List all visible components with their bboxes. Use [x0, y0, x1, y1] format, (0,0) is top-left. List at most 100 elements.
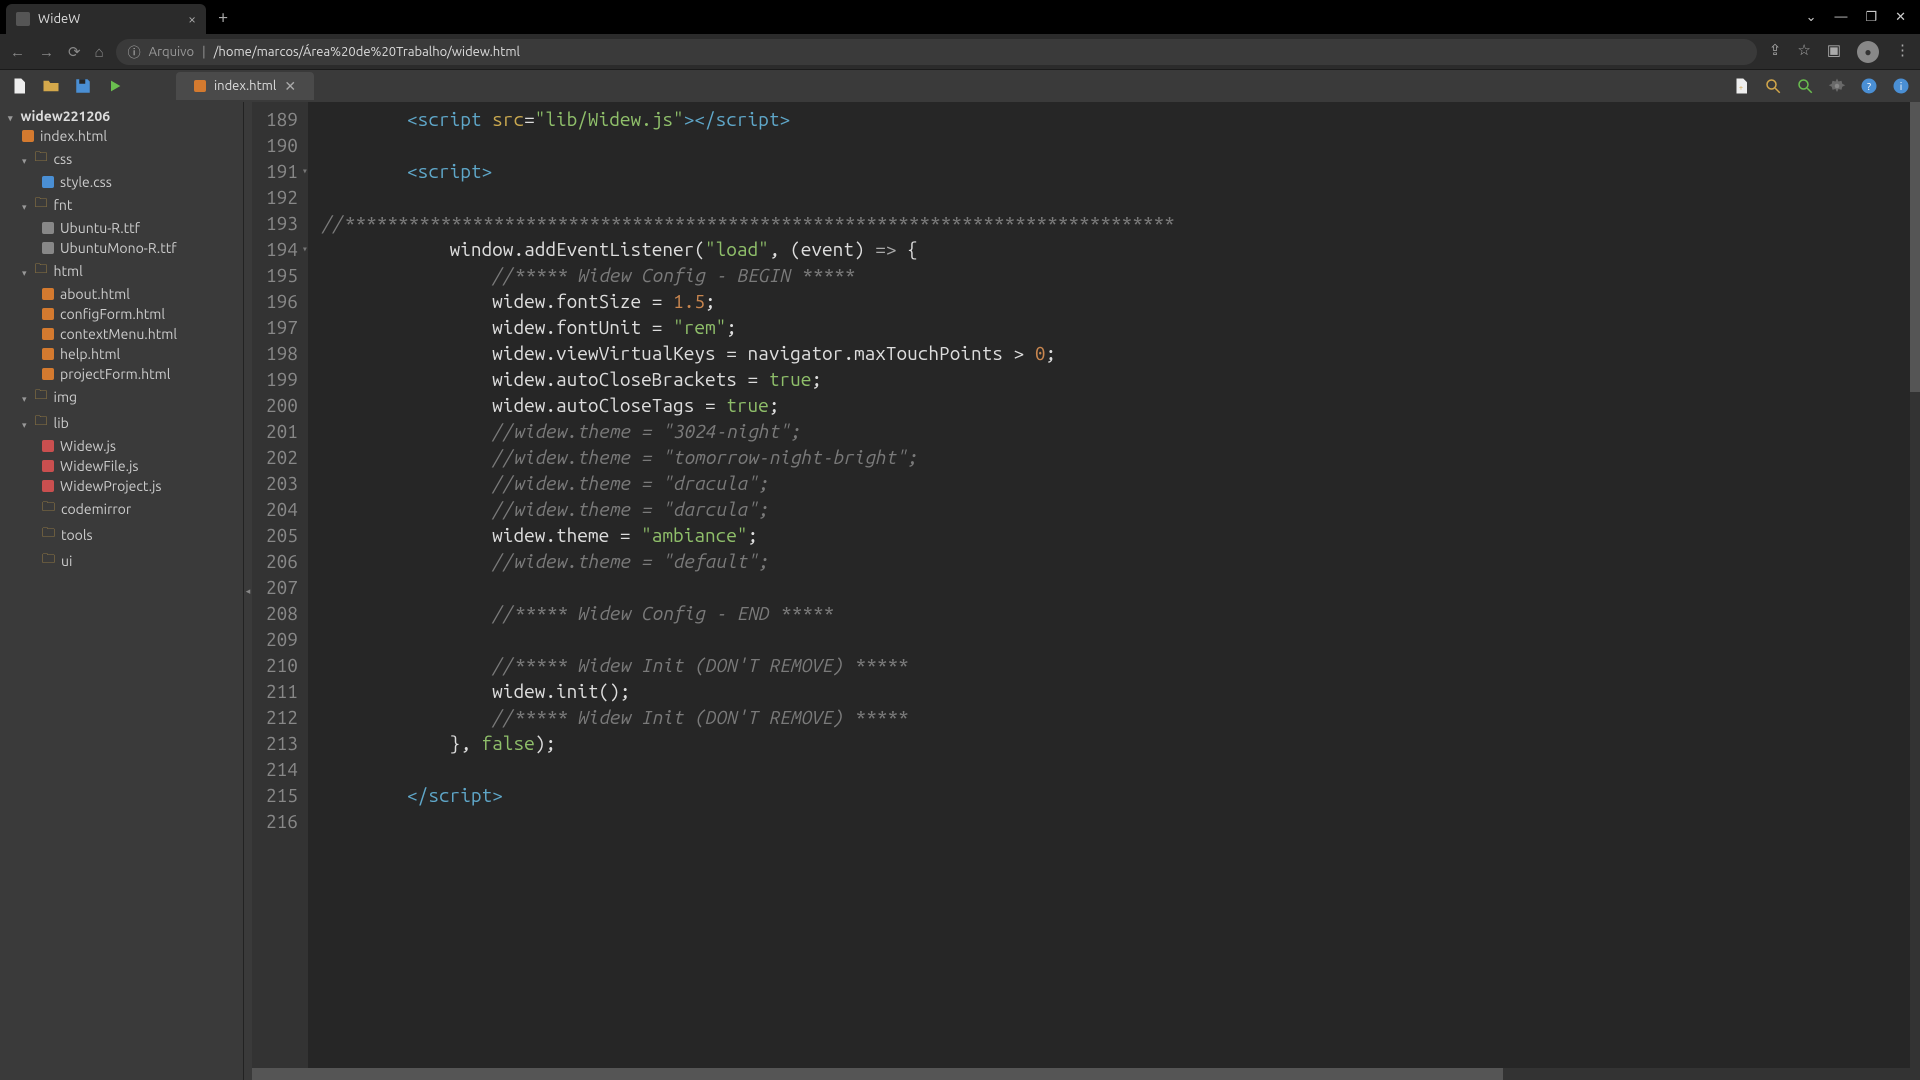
tree-item-label: css	[54, 151, 73, 167]
editor-tab-label: index.html	[214, 79, 276, 93]
restore-icon[interactable]: ❐	[1865, 10, 1877, 25]
help-icon[interactable]: ?	[1858, 75, 1880, 97]
chevron-down-icon[interactable]: ⌄	[1806, 10, 1817, 25]
editor-tab[interactable]: index.html ✕	[176, 72, 314, 100]
tree-item-label: projectForm.html	[60, 366, 170, 382]
file-ttf-icon	[42, 222, 54, 234]
code-content[interactable]: <script src="lib/Widew.js"></script> <sc…	[308, 102, 1920, 1068]
tree-file[interactable]: Ubuntu-R.ttf	[0, 218, 243, 238]
svg-text:i: i	[1900, 80, 1903, 92]
tree-item-label: WidewProject.js	[60, 478, 162, 494]
tree-item-label: tools	[61, 527, 93, 543]
tree-folder[interactable]: 🗀img	[0, 384, 243, 410]
horizontal-scrollbar[interactable]	[252, 1068, 1920, 1080]
settings-icon[interactable]	[1826, 75, 1848, 97]
find-replace-icon[interactable]	[1794, 75, 1816, 97]
run-icon[interactable]	[104, 75, 126, 97]
close-window-icon[interactable]: ✕	[1895, 10, 1906, 25]
file-js-icon	[42, 460, 54, 472]
tree-item-label: html	[54, 263, 83, 279]
back-icon[interactable]: ←	[10, 43, 25, 61]
tree-file[interactable]: configForm.html	[0, 304, 243, 324]
tree-file[interactable]: Widew.js	[0, 436, 243, 456]
save-icon[interactable]	[72, 75, 94, 97]
tree-item-label: Ubuntu-R.ttf	[60, 220, 140, 236]
tree-file[interactable]: index.html	[0, 126, 243, 146]
url-protocol: Arquivo	[149, 45, 194, 59]
tree-item-label: fnt	[54, 197, 73, 213]
tree-folder[interactable]: 🗀css	[0, 146, 243, 172]
open-folder-icon[interactable]	[40, 75, 62, 97]
new-doc-icon[interactable]: +	[1730, 75, 1752, 97]
tree-item-label: style.css	[60, 174, 112, 190]
tree-file[interactable]: projectForm.html	[0, 364, 243, 384]
reload-icon[interactable]: ⟳	[68, 43, 81, 61]
tree-item-label: configForm.html	[60, 306, 165, 322]
address-bar: ← → ⟳ ⌂ ⓘ Arquivo | /home/marcos/Área%20…	[0, 34, 1920, 70]
tree-folder[interactable]: 🗀codemirror	[0, 496, 243, 522]
splitter-handle[interactable]	[244, 102, 252, 1080]
find-icon[interactable]	[1762, 75, 1784, 97]
file-html-icon	[42, 288, 54, 300]
info-icon[interactable]: i	[1890, 75, 1912, 97]
tree-item-label: img	[54, 389, 78, 405]
code-editor[interactable]: 1891901911921931941951961971981992002012…	[252, 102, 1920, 1068]
file-html-icon	[42, 328, 54, 340]
svg-text:+: +	[1739, 84, 1743, 92]
tree-file[interactable]: contextMenu.html	[0, 324, 243, 344]
browser-tab[interactable]: WideW ×	[6, 4, 206, 34]
file-html-icon	[42, 308, 54, 320]
close-tab-icon[interactable]: ×	[188, 11, 196, 27]
tree-item-label: contextMenu.html	[60, 326, 177, 342]
bookmark-icon[interactable]: ☆	[1797, 41, 1810, 63]
tree-folder[interactable]: 🗀fnt	[0, 192, 243, 218]
tree-file[interactable]: UbuntuMono-R.ttf	[0, 238, 243, 258]
file-js-icon	[42, 440, 54, 452]
tree-file[interactable]: style.css	[0, 172, 243, 192]
file-ttf-icon	[42, 242, 54, 254]
file-html-icon	[42, 368, 54, 380]
tree-item-label: help.html	[60, 346, 120, 362]
tree-folder[interactable]: 🗀tools	[0, 522, 243, 548]
favicon-icon	[16, 12, 30, 26]
tree-file[interactable]: help.html	[0, 344, 243, 364]
vertical-scrollbar[interactable]	[1910, 102, 1920, 1068]
file-html-icon	[194, 80, 206, 92]
tree-item-label: ui	[61, 553, 72, 569]
tree-item-label: lib	[54, 415, 69, 431]
file-html-icon	[22, 130, 34, 142]
file-html-icon	[42, 348, 54, 360]
url-path: /home/marcos/Área%20de%20Trabalho/widew.…	[214, 45, 520, 59]
tree-folder[interactable]: 🗀html	[0, 258, 243, 284]
file-js-icon	[42, 480, 54, 492]
sidepanel-icon[interactable]: ▣	[1827, 41, 1841, 63]
forward-icon[interactable]: →	[39, 43, 54, 61]
tree-folder[interactable]: 🗀ui	[0, 548, 243, 574]
new-file-icon[interactable]	[8, 75, 30, 97]
tree-item-label: UbuntuMono-R.ttf	[60, 240, 177, 256]
menu-icon[interactable]: ⋮	[1895, 41, 1910, 63]
file-css-icon	[42, 176, 54, 188]
home-icon[interactable]: ⌂	[95, 43, 104, 61]
url-input[interactable]: ⓘ Arquivo | /home/marcos/Área%20de%20Tra…	[116, 39, 1757, 65]
minimize-icon[interactable]: —	[1834, 10, 1847, 25]
share-icon[interactable]: ⇪	[1769, 41, 1782, 63]
tree-folder[interactable]: 🗀lib	[0, 410, 243, 436]
profile-avatar-icon[interactable]: ●	[1857, 41, 1879, 63]
tree-file[interactable]: about.html	[0, 284, 243, 304]
tree-item-label: codemirror	[61, 501, 131, 517]
tree-item-label: Widew.js	[60, 438, 116, 454]
browser-tab-strip: WideW × + ⌄ — ❐ ✕	[0, 0, 1920, 34]
file-tree-sidebar[interactable]: widew221206index.html🗀css style.css 🗀fnt Ub…	[0, 102, 244, 1080]
tree-file[interactable]: WidewFile.js	[0, 456, 243, 476]
tab-title: WideW	[38, 12, 80, 26]
line-gutter: 1891901911921931941951961971981992002012…	[252, 102, 308, 1068]
close-editor-tab-icon[interactable]: ✕	[284, 78, 296, 95]
app-toolbar: index.html ✕ + ? i	[0, 70, 1920, 102]
window-controls: ⌄ — ❐ ✕	[1806, 10, 1914, 25]
tree-root[interactable]: widew221206	[0, 106, 243, 126]
new-tab-button[interactable]: +	[206, 7, 240, 27]
file-protocol-icon: ⓘ	[128, 42, 141, 61]
tree-item-label: WidewFile.js	[60, 458, 139, 474]
tree-file[interactable]: WidewProject.js	[0, 476, 243, 496]
